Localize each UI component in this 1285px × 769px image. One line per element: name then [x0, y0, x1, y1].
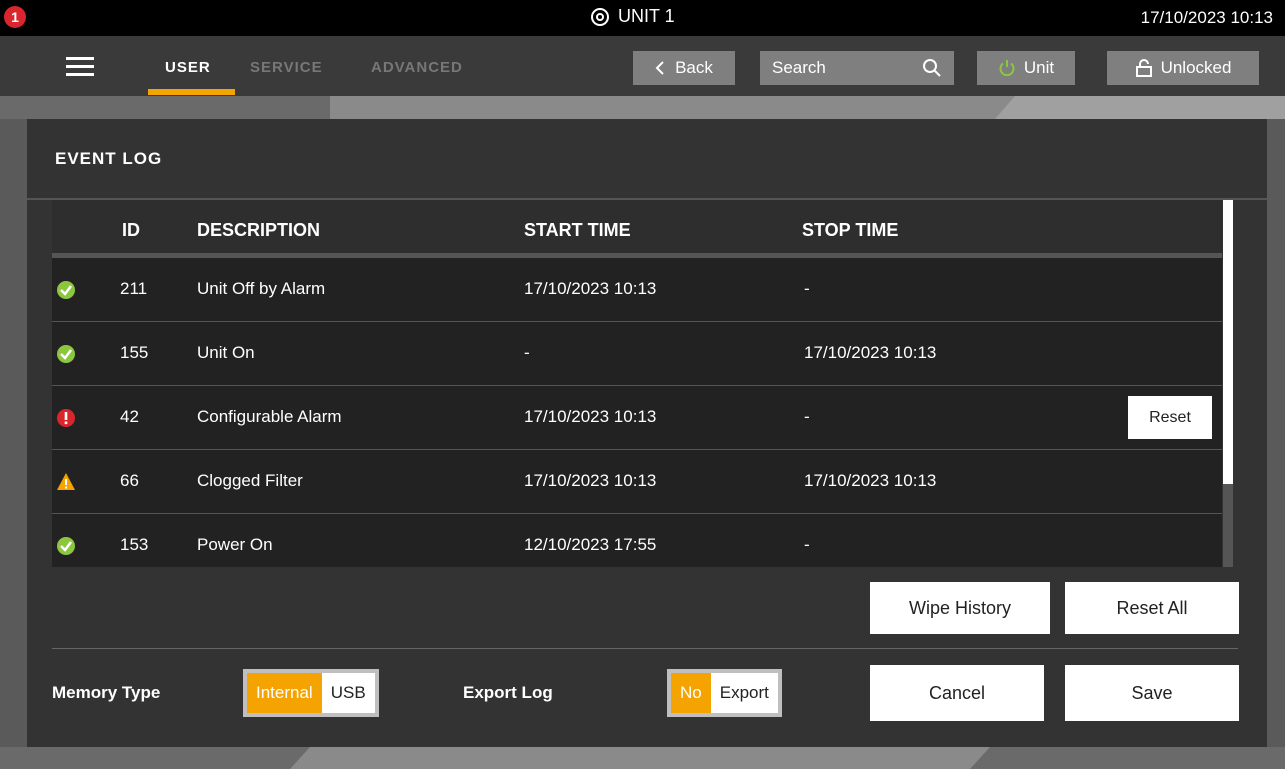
header-stop-time: STOP TIME: [802, 220, 899, 240]
scrollbar-thumb[interactable]: [1223, 200, 1233, 484]
event-description: Unit Off by Alarm: [197, 279, 326, 298]
table-scrollbar[interactable]: [1223, 200, 1233, 567]
active-tab-indicator: [148, 89, 235, 95]
event-description: Unit On: [197, 343, 255, 362]
chevron-left-icon: [655, 61, 664, 75]
warning-icon: [57, 473, 75, 490]
table-header: ID DESCRIPTION START TIME STOP TIME: [52, 200, 1222, 258]
location-pin-icon: [591, 7, 609, 26]
check-ok-icon: [57, 281, 75, 299]
unit-title-text: UNIT 1: [618, 6, 675, 26]
header-description: DESCRIPTION: [197, 220, 321, 240]
background-shape: [0, 96, 330, 119]
panel-title: EVENT LOG: [55, 149, 163, 168]
memory-type-label: Memory Type: [52, 683, 161, 702]
check-ok-icon: [57, 537, 75, 555]
clock-datetime: 17/10/2023 10:13: [1140, 8, 1273, 27]
event-stop-time: -: [804, 279, 810, 298]
event-log-panel: EVENT LOG ID DESCRIPTION START TIME STOP…: [27, 119, 1267, 747]
reset-all-button[interactable]: Reset All: [1065, 582, 1239, 634]
unlock-icon: [1135, 59, 1152, 77]
table-row[interactable]: 66 Clogged Filter 17/10/2023 10:13 17/10…: [52, 450, 1222, 514]
event-id: 42: [120, 407, 139, 426]
top-status-bar: 1 UNIT 1 17/10/2023 10:13: [0, 0, 1285, 36]
reset-alarm-button[interactable]: Reset: [1128, 396, 1212, 439]
nav-bar: USER SERVICE ADVANCED Back Search Unit U…: [0, 36, 1285, 96]
power-icon: [999, 60, 1015, 77]
event-description: Configurable Alarm: [197, 407, 342, 426]
divider: [52, 648, 1238, 649]
memory-option-internal[interactable]: Internal: [247, 673, 322, 713]
unit-label: Unit: [1023, 58, 1055, 77]
memory-type-toggle[interactable]: Internal USB: [243, 669, 379, 717]
event-id: 155: [120, 343, 149, 362]
table-row[interactable]: 153 Power On 12/10/2023 17:55 -: [52, 514, 1222, 567]
menu-icon[interactable]: [66, 57, 94, 77]
table-row[interactable]: 211 Unit Off by Alarm 17/10/2023 10:13 -: [52, 258, 1222, 322]
search-input[interactable]: Search: [760, 51, 954, 85]
lock-button[interactable]: Unlocked: [1107, 51, 1259, 85]
event-start-time: -: [524, 343, 530, 362]
event-stop-time: -: [804, 407, 810, 426]
cancel-button[interactable]: Cancel: [870, 665, 1044, 721]
event-stop-time: 17/10/2023 10:13: [804, 343, 937, 362]
event-description: Power On: [197, 535, 273, 554]
event-start-time: 12/10/2023 17:55: [524, 535, 657, 554]
event-stop-time: 17/10/2023 10:13: [804, 471, 937, 490]
background-shape: [290, 747, 990, 769]
event-id: 153: [120, 535, 149, 554]
table-row[interactable]: 42 Configurable Alarm 17/10/2023 10:13 -…: [52, 386, 1222, 450]
event-id: 211: [120, 279, 148, 298]
alarm-icon: [57, 409, 75, 427]
export-option-export[interactable]: Export: [711, 673, 778, 713]
header-start-time: START TIME: [524, 220, 631, 240]
save-button[interactable]: Save: [1065, 665, 1239, 721]
back-button[interactable]: Back: [633, 51, 735, 85]
tab-user[interactable]: USER: [165, 59, 211, 76]
event-description: Clogged Filter: [197, 471, 303, 490]
tab-advanced[interactable]: ADVANCED: [371, 59, 463, 76]
search-placeholder: Search: [772, 58, 826, 77]
event-id: 66: [120, 471, 139, 490]
event-start-time: 17/10/2023 10:13: [524, 471, 657, 490]
unit-title: UNIT 1: [590, 6, 675, 27]
export-log-label: Export Log: [463, 683, 553, 702]
header-id: ID: [122, 220, 140, 240]
background-shape: [995, 96, 1285, 119]
memory-option-usb[interactable]: USB: [322, 673, 375, 713]
lock-label: Unlocked: [1160, 58, 1232, 77]
back-label: Back: [675, 58, 713, 77]
alarm-count-badge[interactable]: 1: [4, 6, 26, 28]
table-row[interactable]: 155 Unit On - 17/10/2023 10:13: [52, 322, 1222, 386]
wipe-history-button[interactable]: Wipe History: [870, 582, 1050, 634]
event-start-time: 17/10/2023 10:13: [524, 279, 657, 298]
search-icon: [923, 59, 941, 77]
event-stop-time: -: [804, 535, 810, 554]
export-log-toggle[interactable]: No Export: [667, 669, 782, 717]
unit-power-button[interactable]: Unit: [977, 51, 1075, 85]
export-option-no[interactable]: No: [671, 673, 711, 713]
event-start-time: 17/10/2023 10:13: [524, 407, 657, 426]
event-table[interactable]: ID DESCRIPTION START TIME STOP TIME 211 …: [52, 200, 1222, 567]
tab-service[interactable]: SERVICE: [250, 59, 323, 76]
check-ok-icon: [57, 345, 75, 363]
